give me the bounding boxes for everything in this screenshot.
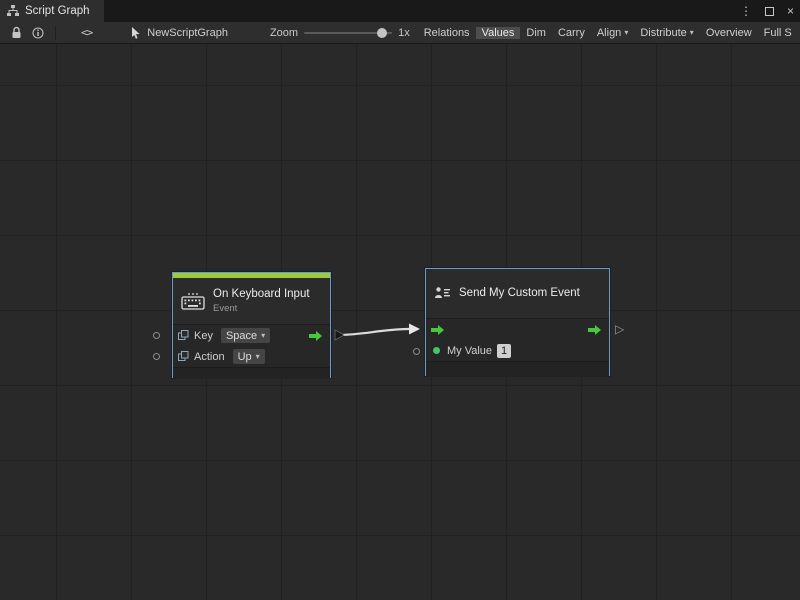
lock-button[interactable] bbox=[6, 22, 27, 44]
code-icon: <> bbox=[81, 26, 92, 39]
info-icon bbox=[32, 27, 44, 39]
variable-icon bbox=[178, 351, 189, 362]
node-header[interactable]: On Keyboard Input Event bbox=[173, 278, 330, 325]
dim-button[interactable]: Dim bbox=[520, 27, 552, 39]
lock-icon bbox=[11, 26, 22, 39]
external-flow-port[interactable]: ▷ bbox=[615, 323, 624, 335]
flow-output-port[interactable] bbox=[309, 330, 323, 342]
port-label: My Value bbox=[447, 345, 492, 357]
script-graph-icon bbox=[7, 5, 19, 17]
pointer-icon bbox=[131, 27, 141, 39]
graph-canvas[interactable]: On Keyboard Input Event Key Space ▾ bbox=[0, 44, 800, 600]
carry-button[interactable]: Carry bbox=[552, 27, 591, 39]
external-port-action[interactable] bbox=[153, 353, 160, 360]
port-row-action: Action Up ▾ bbox=[173, 346, 330, 367]
node-body: My Value 1 bbox=[426, 319, 609, 361]
node-header[interactable]: Send My Custom Event bbox=[426, 269, 609, 319]
close-button[interactable]: × bbox=[787, 0, 794, 22]
node-title: On Keyboard Input bbox=[213, 288, 310, 301]
my-value-input[interactable]: 1 bbox=[497, 344, 511, 358]
zoom-control: Zoom 1x bbox=[270, 27, 410, 39]
external-port-key[interactable] bbox=[153, 332, 160, 339]
node-title: Send My Custom Event bbox=[459, 287, 580, 300]
port-label: Action bbox=[194, 351, 225, 363]
action-dropdown[interactable]: Up ▾ bbox=[233, 349, 265, 364]
overview-button[interactable]: Overview bbox=[700, 27, 758, 39]
distribute-dropdown-button[interactable]: Distribute ▾ bbox=[634, 27, 699, 39]
chevron-down-icon: ▾ bbox=[624, 28, 628, 37]
toolbar: <> NewScriptGraph Zoom 1x Relations Valu… bbox=[0, 22, 800, 44]
custom-event-icon bbox=[434, 286, 451, 301]
external-port-my-value[interactable] bbox=[413, 348, 420, 355]
value-input-port[interactable] bbox=[433, 347, 440, 354]
zoom-slider-handle[interactable] bbox=[377, 28, 387, 38]
edit-graph-button[interactable]: <> bbox=[76, 22, 97, 44]
align-dropdown-button[interactable]: Align ▾ bbox=[591, 27, 634, 39]
values-button[interactable]: Values bbox=[476, 27, 521, 39]
node-body: Key Space ▾ Action Up bbox=[173, 325, 330, 367]
port-row-key: Key Space ▾ bbox=[173, 325, 330, 346]
maximize-button[interactable] bbox=[765, 7, 774, 16]
menu-button[interactable]: ⋮ bbox=[740, 0, 752, 22]
tab-title: Script Graph bbox=[25, 5, 90, 17]
zoom-label: Zoom bbox=[270, 27, 298, 39]
script-graph-window: { "glyphs": { "caret": "▾", "menu_dots":… bbox=[0, 0, 800, 600]
node-on-keyboard-input[interactable]: On Keyboard Input Event Key Space ▾ bbox=[172, 272, 331, 378]
node-titles: On Keyboard Input Event bbox=[213, 288, 310, 314]
graph-breadcrumb[interactable]: NewScriptGraph bbox=[131, 27, 228, 39]
zoom-value: 1x bbox=[398, 27, 410, 39]
flow-port-row bbox=[426, 319, 609, 340]
flow-output-port[interactable] bbox=[588, 324, 602, 336]
info-button[interactable] bbox=[27, 22, 49, 44]
variable-icon bbox=[178, 330, 189, 341]
relations-button[interactable]: Relations bbox=[418, 27, 476, 39]
chevron-down-icon: ▾ bbox=[256, 352, 260, 361]
flow-input-port[interactable] bbox=[431, 324, 445, 336]
toolbar-separator bbox=[55, 26, 56, 40]
key-dropdown[interactable]: Space ▾ bbox=[221, 328, 270, 343]
connection-wire bbox=[0, 44, 800, 600]
graph-name-label: NewScriptGraph bbox=[147, 27, 228, 39]
port-row-my-value: My Value 1 bbox=[426, 340, 609, 361]
tab-bar: Script Graph ⋮ × bbox=[0, 0, 800, 22]
node-footer bbox=[173, 367, 330, 379]
fullscreen-button[interactable]: Full S bbox=[758, 27, 798, 39]
toolbar-buttons: Relations Values Dim Carry Align ▾ Distr… bbox=[418, 27, 798, 39]
chevron-down-icon: ▾ bbox=[690, 28, 694, 37]
node-subtitle: Event bbox=[213, 303, 310, 314]
tab-script-graph[interactable]: Script Graph bbox=[0, 0, 104, 22]
port-label: Key bbox=[194, 330, 213, 342]
node-footer bbox=[426, 361, 609, 377]
node-send-my-custom-event[interactable]: Send My Custom Event My Value 1 bbox=[425, 268, 610, 376]
keyboard-icon bbox=[181, 293, 205, 310]
chevron-down-icon: ▾ bbox=[261, 331, 265, 340]
window-controls: ⋮ × bbox=[740, 0, 794, 22]
zoom-slider[interactable] bbox=[304, 32, 392, 34]
